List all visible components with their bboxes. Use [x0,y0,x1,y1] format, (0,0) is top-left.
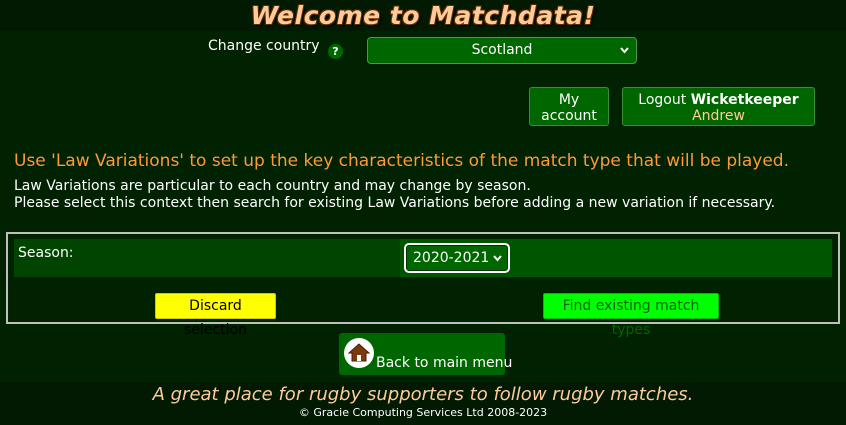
page-headline: Use 'Law Variations' to set up the key c… [14,151,790,171]
chevron-down-icon [619,38,630,73]
site-title: Welcome to Matchdata! [250,1,596,30]
season-label-cell: Season: [14,239,400,277]
discard-selection-button[interactable]: Discard selection [155,293,276,338]
season-row: Season: 2020-2021 [14,239,832,277]
season-label: Season: [18,245,74,261]
find-match-types-button[interactable]: Find existing match types [543,293,719,338]
footer-copyright: © Gracie Computing Services Ltd 2008-202… [298,406,548,419]
info-line-1: Law Variations are particular to each co… [14,178,531,194]
help-icon[interactable]: ? [328,44,343,59]
back-to-main-menu-label: Back to main menu [376,355,513,371]
back-to-main-menu-button[interactable]: Back to main menu [339,333,512,375]
header-bar: Welcome to Matchdata! [0,0,846,31]
season-select-value: 2020-2021 [413,250,490,266]
change-country-label: Change country [208,38,320,54]
context-form: Season: 2020-2021 Discard selection Find… [6,232,840,338]
logout-label: Logout [638,92,687,108]
logout-username: Wicketkeeper [690,92,799,108]
footer-tagline: A great place for rugby supporters to fo… [152,384,694,405]
home-icon [344,338,374,368]
logout-firstname: Andrew [692,108,745,124]
country-select-value: Scotland [471,42,533,58]
chevron-down-icon [492,245,503,282]
footer: A great place for rugby supporters to fo… [0,382,846,425]
country-select[interactable]: Scotland [367,37,637,64]
info-line-2: Please select this context then search f… [14,195,776,211]
my-account-button[interactable]: My account [529,87,609,126]
season-select[interactable]: 2020-2021 [404,243,510,273]
logout-button[interactable]: Logout Wicketkeeper Andrew [622,87,815,126]
country-selector-row: Change country ? Scotland [0,37,846,65]
